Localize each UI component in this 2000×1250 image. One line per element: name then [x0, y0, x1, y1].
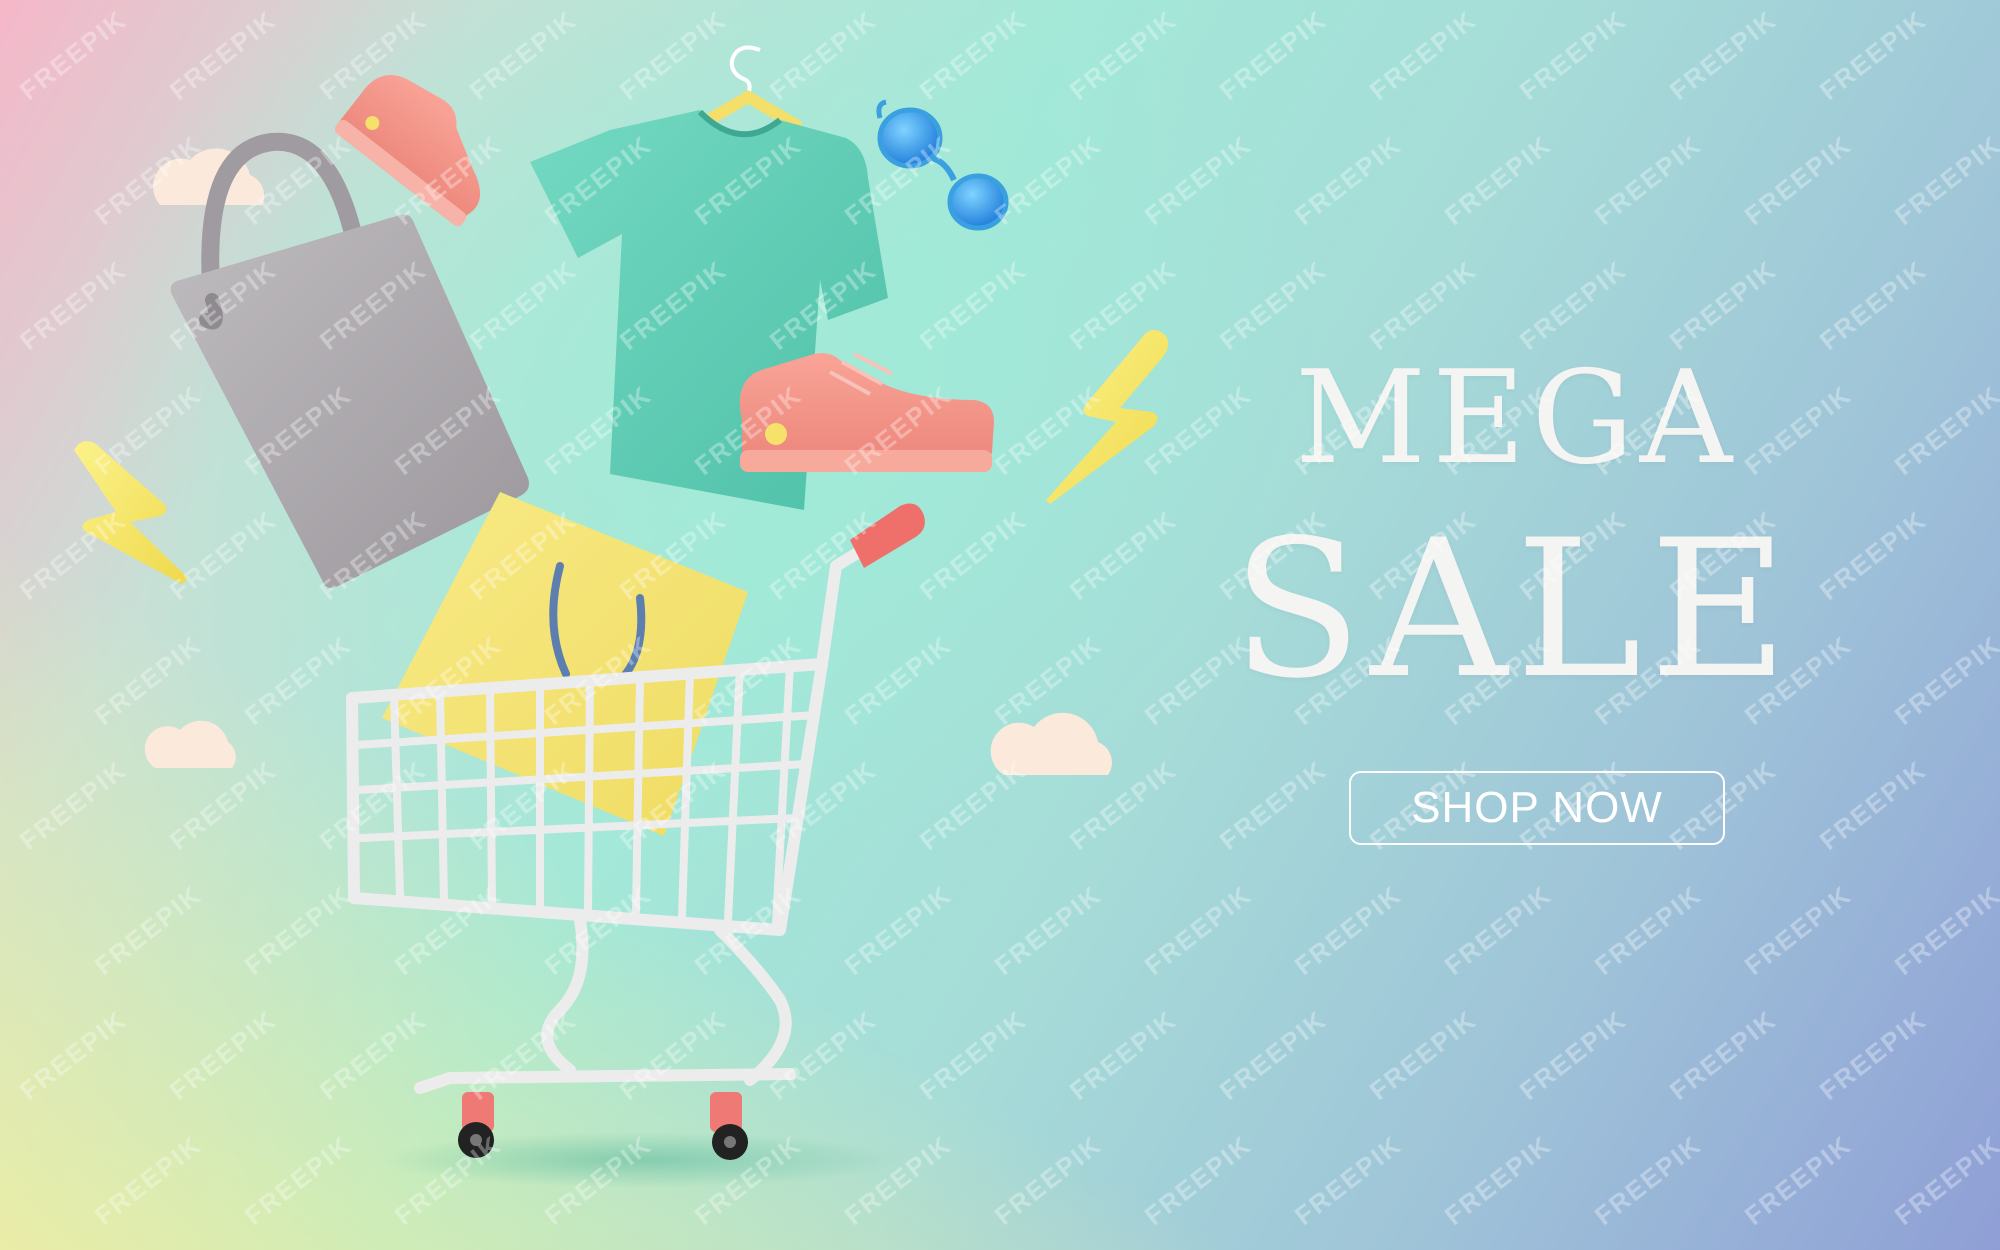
lightning-bolt-icon — [74, 441, 188, 584]
sneaker-icon — [335, 75, 481, 227]
shop-now-button[interactable]: SHOP NOW — [1349, 771, 1725, 845]
mega-sale-banner: MEGA SALE SHOP NOW FREEPIK FREEPIK FREEPIK… — [0, 0, 2000, 1250]
cart-shadow — [380, 1132, 900, 1188]
sneaker-icon — [739, 352, 994, 472]
lightning-bolt-icon — [1046, 329, 1169, 504]
cloud-icon — [990, 712, 1112, 775]
tote-bag-icon — [170, 132, 529, 588]
sunglasses-icon — [876, 99, 1009, 231]
headline-mega: MEGA — [1295, 344, 1739, 493]
cart-handle-grip — [850, 503, 925, 568]
cart-wheel-icon — [710, 1092, 748, 1160]
cart-wheel-icon — [458, 1092, 494, 1158]
cloud-icon — [144, 720, 236, 768]
headline-sale: SALE — [1232, 499, 1797, 720]
